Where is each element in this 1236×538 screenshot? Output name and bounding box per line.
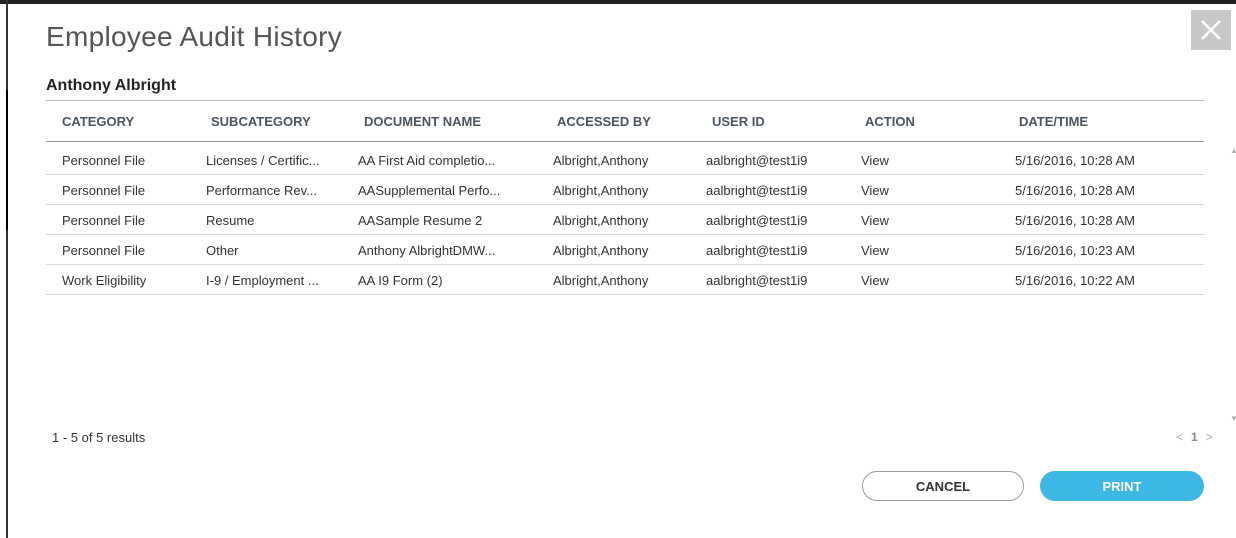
cell-accessed-by: Albright,Anthony: [553, 153, 649, 168]
scroll-down-arrow-icon[interactable]: ▼: [1229, 414, 1236, 424]
cell-action[interactable]: View: [861, 153, 961, 168]
cell-date-time: 5/16/2016, 10:28 AM: [1015, 153, 1135, 168]
window-top-edge: [0, 0, 1236, 4]
close-button[interactable]: [1191, 10, 1231, 50]
table-row[interactable]: Personnel File Performance Rev... AASupp…: [46, 175, 1204, 205]
close-icon: [1201, 20, 1221, 40]
cancel-button[interactable]: CANCEL: [862, 471, 1024, 501]
column-header-subcategory[interactable]: SUBCATEGORY: [211, 114, 311, 129]
cell-accessed-by: Albright,Anthony: [553, 213, 649, 228]
cell-category: Personnel File: [62, 183, 146, 198]
print-button[interactable]: PRINT: [1040, 471, 1204, 501]
window-left-edge: [6, 0, 8, 538]
audit-history-dialog: Employee Audit History Anthony Albright …: [0, 0, 1236, 538]
cell-accessed-by: Albright,Anthony: [553, 183, 649, 198]
cell-document-name: AASample Resume 2: [358, 213, 483, 228]
pager-prev-icon[interactable]: <: [1176, 430, 1183, 444]
cell-subcategory: I-9 / Employment ...: [206, 273, 319, 288]
table-body: Personnel File Licenses / Certific... AA…: [46, 142, 1236, 442]
pager-current-page[interactable]: 1: [1191, 430, 1198, 444]
cell-user-id: aalbright@test1i9: [706, 153, 808, 168]
column-header-accessed-by[interactable]: ACCESSED BY: [557, 114, 651, 129]
cell-accessed-by: Albright,Anthony: [553, 243, 649, 258]
window-left-edge-accent: [6, 90, 8, 230]
cell-document-name: AA First Aid completio...: [358, 153, 496, 168]
table-row[interactable]: Personnel File Resume AASample Resume 2 …: [46, 205, 1204, 235]
cell-user-id: aalbright@test1i9: [706, 183, 808, 198]
cell-action[interactable]: View: [861, 273, 961, 288]
table-row[interactable]: Personnel File Other Anthony AlbrightDMW…: [46, 235, 1204, 265]
table-header: CATEGORY SUBCATEGORY DOCUMENT NAME ACCES…: [46, 100, 1204, 142]
cell-date-time: 5/16/2016, 10:28 AM: [1015, 183, 1135, 198]
column-header-document-name[interactable]: DOCUMENT NAME: [364, 114, 481, 129]
cell-category: Personnel File: [62, 213, 146, 228]
column-header-date-time[interactable]: DATE/TIME: [1019, 114, 1088, 129]
cell-date-time: 5/16/2016, 10:22 AM: [1015, 273, 1135, 288]
cell-user-id: aalbright@test1i9: [706, 273, 808, 288]
cell-category: Personnel File: [62, 243, 146, 258]
column-header-category[interactable]: CATEGORY: [62, 114, 134, 129]
column-header-action[interactable]: ACTION: [865, 114, 915, 129]
cell-date-time: 5/16/2016, 10:28 AM: [1015, 213, 1135, 228]
cell-action[interactable]: View: [861, 213, 961, 228]
cell-document-name: AA I9 Form (2): [358, 273, 443, 288]
pagination: < 1 >: [1176, 430, 1213, 444]
cell-subcategory: Performance Rev...: [206, 183, 318, 198]
cell-accessed-by: Albright,Anthony: [553, 273, 649, 288]
cell-category: Work Eligibility: [62, 273, 147, 288]
cell-action[interactable]: View: [861, 183, 961, 198]
employee-name: Anthony Albright: [46, 77, 177, 94]
cell-document-name: AASupplemental Perfo...: [358, 183, 501, 198]
cell-subcategory: Other: [206, 243, 239, 258]
pager-next-icon[interactable]: >: [1206, 430, 1213, 444]
table-row[interactable]: Personnel File Licenses / Certific... AA…: [46, 145, 1204, 175]
cell-document-name: Anthony AlbrightDMW...: [358, 243, 496, 258]
dialog-title: Employee Audit History: [46, 21, 343, 52]
cell-category: Personnel File: [62, 153, 146, 168]
scroll-up-arrow-icon[interactable]: ▲: [1229, 146, 1236, 156]
table-row[interactable]: Work Eligibility I-9 / Employment ... AA…: [46, 265, 1204, 295]
audit-table: CATEGORY SUBCATEGORY DOCUMENT NAME ACCES…: [46, 100, 1236, 442]
cell-subcategory: Resume: [206, 213, 255, 228]
cell-action[interactable]: View: [861, 243, 961, 258]
results-count: 1 - 5 of 5 results: [52, 430, 146, 445]
column-header-user-id[interactable]: USER ID: [712, 114, 765, 129]
cell-user-id: aalbright@test1i9: [706, 213, 808, 228]
cell-date-time: 5/16/2016, 10:23 AM: [1015, 243, 1135, 258]
cell-subcategory: Licenses / Certific...: [206, 153, 320, 168]
cell-user-id: aalbright@test1i9: [706, 243, 808, 258]
